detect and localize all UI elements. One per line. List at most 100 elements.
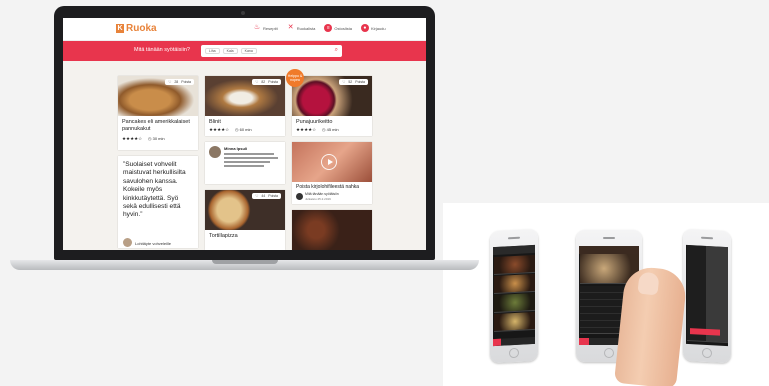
main-nav: ♨ Reseptit ✕ Ruokalista ≡ Ostoslista ● K… [253,24,386,32]
phone-speaker [508,236,520,240]
home-button [509,347,519,359]
camera-icon [241,11,245,15]
comment-author: Minna Ipsuli [224,146,248,151]
recipe-card-blinit[interactable]: ♡ 82 Poista Blinit ★★★★☆ ◷ 60 min [205,76,285,136]
rating-stars: ★★★★☆ [122,136,143,141]
filter-chip[interactable]: Kana [240,48,257,54]
active-tab [579,338,589,345]
recipe-title: Pancakes eli amerikkalaiset [122,119,190,125]
comment-card: Minna Ipsuli [205,142,285,184]
remove-label: Poista [181,80,191,84]
nav-label: Ostoslista [334,25,352,31]
fingernail [637,271,660,296]
laptop-screen: K Ruoka ♨ Reseptit ✕ Ruokalista ≡ Ostosl… [63,18,426,250]
time-value: 45 min [326,127,339,132]
play-icon[interactable] [321,154,337,170]
search-band: Mitä tänään syötäisiin? Liha Kala Kana ⌕ [63,41,426,61]
time-value: 60 min [239,127,252,132]
list-icon: ≡ [324,24,333,32]
phone-speaker [603,237,615,239]
nav-item-menu[interactable]: ✕ Ruokalista [287,24,316,32]
utensils-icon: ✕ [287,24,294,31]
phone-screen [686,244,728,347]
remove-label: Poista [268,80,278,84]
rating-stars: ★★★★☆ [209,127,230,132]
video-date: Julkaistu 25.2.2019 [305,197,331,201]
phone-header [579,246,639,254]
like-button[interactable]: ♡ 44 Poista [252,193,281,199]
user-icon: ● [360,24,369,32]
nav-item-recipes[interactable]: ♨ Reseptit [253,24,278,32]
site-logo[interactable]: K Ruoka [116,23,157,34]
time-label: ◷ 30 min [148,136,165,141]
hand [614,265,688,386]
heart-icon: ♡ [342,80,346,84]
scene: K Ruoka ♨ Reseptit ✕ Ruokalista ≡ Ostosl… [0,0,769,386]
video-card[interactable]: Poista kirjolohifileestä nahka Mitä tänä… [292,142,372,204]
quote-author: Lohitäyte vohveleille [135,241,172,246]
home-button [604,348,614,358]
like-count: 44 [261,194,266,198]
apron-icon: ♨ [253,24,261,31]
comment-line [224,161,270,163]
like-button[interactable]: ♡ 52 Poista [339,79,368,85]
recipe-title: Blinit [209,119,221,125]
active-tab [493,338,501,347]
home-button [702,347,712,359]
phone-speaker [701,236,713,240]
heart-icon: ♡ [255,80,259,84]
easy-badge: Helppo & nopea [286,69,304,87]
phone-screen [493,244,535,347]
comment-line [224,153,274,155]
recipe-thumb [494,273,535,295]
nav-label: Kirjaudu [370,25,386,31]
video-author: Mitä tänään syötäisiin [305,192,339,196]
laptop-notch [212,260,278,264]
like-button[interactable]: ♡ 28 Poista [165,79,194,85]
site-header: K Ruoka ♨ Reseptit ✕ Ruokalista ≡ Ostosl… [63,18,426,41]
recipe-title: Tortillapizza [209,233,238,239]
nav-item-shopping-list[interactable]: ≡ Ostoslista [324,24,352,32]
time-label: ◷ 60 min [235,127,252,132]
like-button[interactable]: ♡ 82 Poista [252,79,281,85]
recipe-card-punajuurikeitto[interactable]: ♡ 52 Poista Punajuurikeitto ★★★★☆ ◷ 45 m… [292,76,372,136]
remove-label: Poista [268,194,278,198]
recipe-card-tortillapizza[interactable]: ♡ 44 Poista Tortillapizza [205,190,285,250]
logo-text: Ruoka [126,23,157,34]
recipe-card[interactable] [292,210,372,250]
phone-tabbar [493,336,535,347]
filter-chip[interactable]: Kala [222,48,238,54]
search-question: Mitä tänään syötäisiin? [134,47,190,53]
time-value: 30 min [152,136,165,141]
remove-label: Poista [355,80,365,84]
like-count: 52 [348,80,353,84]
heart-icon: ♡ [255,194,259,198]
quote-card: ”Suolaiset vohvelit maistuvat herkullisi… [118,156,198,248]
avatar [209,146,221,158]
rating-stars: ★★★★☆ [296,127,317,132]
laptop: K Ruoka ♨ Reseptit ✕ Ruokalista ≡ Ostosl… [54,6,435,260]
filter-chip[interactable]: Liha [205,48,220,54]
recipe-title-line2: pannukakut [122,126,151,132]
quote-text: ”Suolaiset vohvelit maistuvat herkullisi… [123,161,186,219]
time-label: ◷ 45 min [322,127,339,132]
comment-line [224,165,264,167]
like-count: 82 [261,80,266,84]
search-icon[interactable]: ⌕ [335,47,338,54]
recipe-card-pancakes[interactable]: ♡ 28 Poista Pancakes eli amerikkalaiset … [118,76,198,150]
avatar [296,193,303,200]
like-count: 28 [174,80,179,84]
recipe-title: Punajuurikeitto [296,119,333,125]
search-input[interactable]: Liha Kala Kana ⌕ [201,45,342,57]
recipe-photo [292,210,372,250]
comment-line [224,157,278,159]
nav-item-login[interactable]: ● Kirjaudu [360,24,386,32]
phone-right [683,228,731,364]
recipe-thumb [494,254,535,276]
avatar [123,238,132,247]
recipe-thumb [494,311,535,333]
video-title: Poista kirjolohifileestä nahka [296,184,360,190]
phone-left [490,228,538,364]
phone-header [493,244,535,256]
badge-text: Helppo & nopea [287,74,303,82]
